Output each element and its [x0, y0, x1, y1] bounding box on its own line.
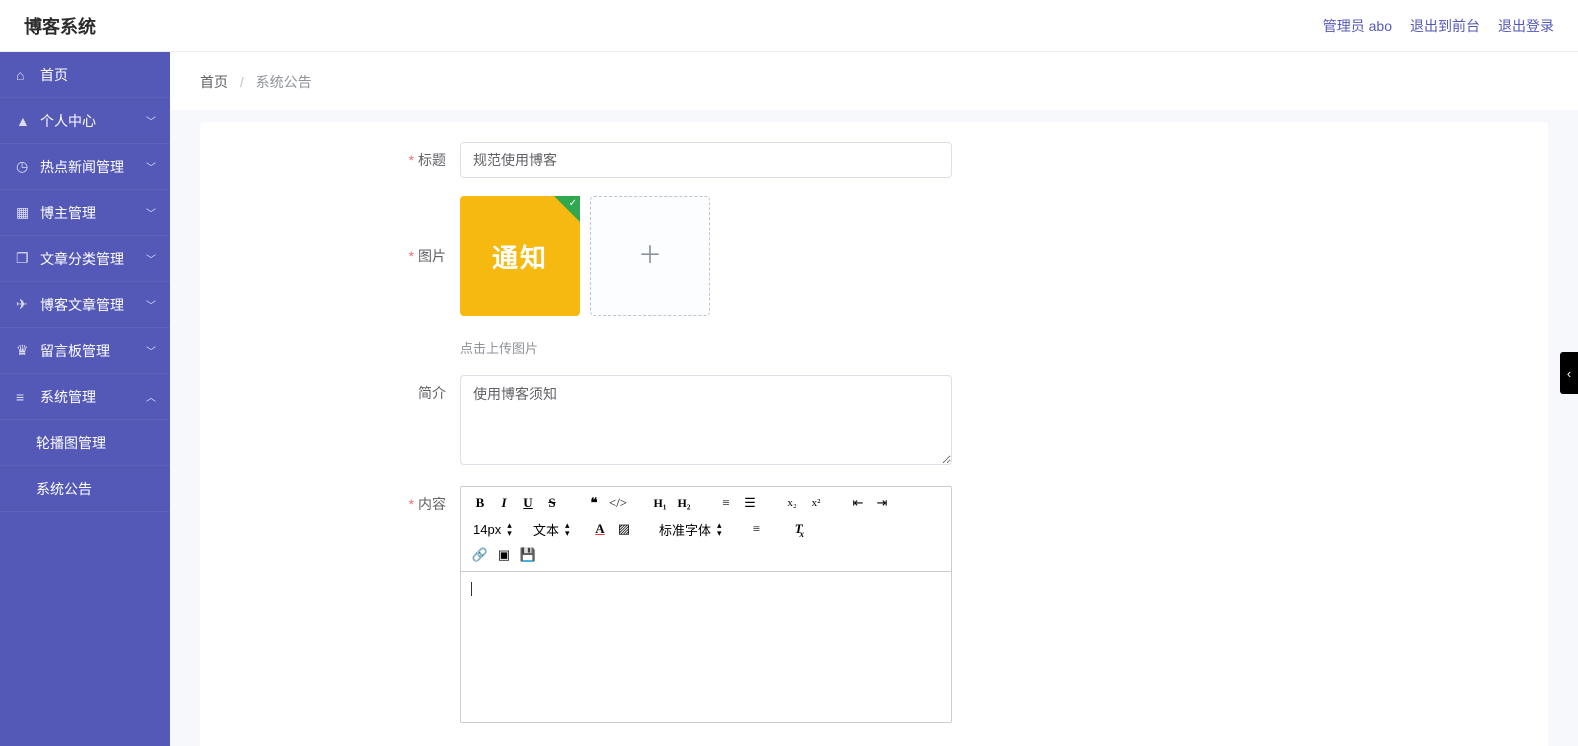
ol-button[interactable]: ≡ — [715, 493, 737, 513]
label-content: *内容 — [200, 486, 460, 514]
app-logo: 博客系统 — [24, 13, 96, 39]
italic-button[interactable]: I — [493, 493, 515, 513]
sidebar-subitem-announcement[interactable]: 系统公告 — [0, 466, 170, 512]
sidebar-subitem-carousel[interactable]: 轮播图管理 — [0, 420, 170, 466]
row-upload-tip: 点击上传图片 — [200, 334, 1548, 357]
font-color-button[interactable]: A — [589, 519, 611, 539]
uploaded-image-thumb[interactable]: 通知 ✓ — [460, 196, 580, 316]
medal-icon: ♛ — [16, 342, 30, 359]
rich-text-editor: B I U S ❝ </> H₁ H₂ ≡ ☰ — [460, 486, 952, 723]
required-marker: * — [409, 152, 414, 168]
bold-button[interactable]: B — [469, 493, 491, 513]
highlight-button[interactable]: ▨ — [613, 519, 635, 539]
header: 博客系统 管理员 abo 退出到前台 退出登录 — [0, 0, 1578, 52]
quote-button[interactable]: ❝ — [583, 493, 605, 513]
sidebar-item-home[interactable]: ⌂ 首页 — [0, 52, 170, 98]
logout-link[interactable]: 退出登录 — [1498, 16, 1554, 36]
link-button[interactable]: 🔗 — [469, 545, 491, 565]
font-family-select[interactable]: 标准字体 ▴▾ — [655, 520, 726, 539]
sidebar-item-label: 留言板管理 — [40, 341, 110, 361]
superscript-button[interactable]: x² — [805, 493, 827, 513]
check-icon: ✓ — [569, 198, 577, 209]
image-button[interactable]: ▣ — [493, 545, 515, 565]
strike-button[interactable]: S — [541, 493, 563, 513]
row-image: *图片 通知 ✓ ＋ — [200, 196, 1548, 316]
breadcrumb-sep: / — [240, 74, 244, 90]
outdent-button[interactable]: ⇥ — [871, 493, 893, 513]
chevron-down-icon: ﹀ — [146, 343, 156, 358]
subscript-button[interactable]: x₂ — [781, 493, 803, 513]
save-button[interactable]: 💾 — [517, 545, 539, 565]
sidebar-item-blogger[interactable]: ▦ 博主管理 ﹀ — [0, 190, 170, 236]
align-button[interactable]: ≡ — [746, 519, 768, 539]
underline-button[interactable]: U — [517, 493, 539, 513]
sidebar-item-label: 热点新闻管理 — [40, 157, 124, 177]
sidebar-item-label: 博客文章管理 — [40, 295, 124, 315]
upload-list: 通知 ✓ ＋ — [460, 196, 952, 316]
admin-link[interactable]: 管理员 abo — [1323, 16, 1392, 36]
main-area: 首页 / 系统公告 *标题 *图片 通知 ✓ — [170, 52, 1578, 746]
code-button[interactable]: </> — [607, 493, 629, 513]
sidebar-item-message-board[interactable]: ♛ 留言板管理 ﹀ — [0, 328, 170, 374]
label-intro: 简介 — [200, 375, 460, 403]
plus-icon: ＋ — [638, 244, 662, 268]
indent-button[interactable]: ⇤ — [847, 493, 869, 513]
copy-icon: ❐ — [16, 250, 30, 267]
form-card: *标题 *图片 通知 ✓ ＋ — [200, 122, 1548, 746]
home-icon: ⌂ — [16, 67, 30, 83]
chevron-up-icon: ︿ — [146, 389, 156, 404]
sidebar-item-category[interactable]: ❐ 文章分类管理 ﹀ — [0, 236, 170, 282]
chevron-down-icon: ﹀ — [146, 251, 156, 266]
header-actions: 管理员 abo 退出到前台 退出登录 — [1323, 16, 1554, 36]
chevron-down-icon: ﹀ — [146, 113, 156, 128]
upload-add-button[interactable]: ＋ — [590, 196, 710, 316]
label-title: *标题 — [200, 142, 460, 170]
row-title: *标题 — [200, 142, 1548, 178]
sidebar-item-label: 轮播图管理 — [36, 433, 106, 453]
user-icon: ▲ — [16, 113, 30, 129]
upload-tip: 点击上传图片 — [460, 338, 952, 357]
thumb-text: 通知 — [492, 238, 548, 275]
intro-textarea[interactable]: 使用博客须知 — [460, 375, 952, 465]
sidebar-item-label: 个人中心 — [40, 111, 96, 131]
plane-icon: ✈ — [16, 296, 30, 313]
required-marker: * — [409, 248, 414, 264]
sidebar-item-label: 首页 — [40, 65, 68, 85]
chevron-down-icon: ﹀ — [146, 297, 156, 312]
row-intro: 简介 使用博客须知 — [200, 375, 1548, 468]
sidebar-item-label: 系统公告 — [36, 479, 92, 499]
row-content: *内容 B I U S ❝ </> H₁ — [200, 486, 1548, 723]
sidebar-item-label: 系统管理 — [40, 387, 96, 407]
title-input[interactable] — [460, 142, 952, 178]
label-image: *图片 — [200, 246, 460, 266]
breadcrumb-current: 系统公告 — [256, 74, 312, 90]
font-size-select[interactable]: 14px ▴▾ — [469, 521, 527, 537]
menu-icon: ≡ — [16, 389, 30, 405]
clock-icon: ◷ — [16, 158, 30, 175]
sidebar-item-article[interactable]: ✈ 博客文章管理 ﹀ — [0, 282, 170, 328]
ul-button[interactable]: ☰ — [739, 493, 761, 513]
sidebar-item-label: 博主管理 — [40, 203, 96, 223]
sidebar-item-profile[interactable]: ▲ 个人中心 ﹀ — [0, 98, 170, 144]
sidebar: ⌂ 首页 ▲ 个人中心 ﹀ ◷ 热点新闻管理 ﹀ ▦ 博主管理 ﹀ ❐ 文章分类… — [0, 52, 170, 746]
sidebar-item-news[interactable]: ◷ 热点新闻管理 ﹀ — [0, 144, 170, 190]
sidebar-item-system[interactable]: ≡ 系统管理 ︿ — [0, 374, 170, 420]
chevron-down-icon: ﹀ — [146, 205, 156, 220]
block-type-select[interactable]: 文本 ▴▾ — [529, 520, 587, 539]
h1-button[interactable]: H₁ — [649, 493, 671, 513]
settings-drawer-handle[interactable]: ‹ — [1560, 352, 1578, 394]
breadcrumb: 首页 / 系统公告 — [170, 52, 1578, 110]
sidebar-item-label: 文章分类管理 — [40, 249, 124, 269]
chevron-down-icon: ﹀ — [146, 159, 156, 174]
h2-button[interactable]: H₂ — [673, 493, 695, 513]
clear-format-button[interactable]: Tx — [788, 519, 810, 539]
breadcrumb-home[interactable]: 首页 — [200, 74, 228, 90]
required-marker: * — [409, 496, 414, 512]
chevron-left-icon: ‹ — [1567, 366, 1571, 381]
text-cursor — [471, 582, 472, 596]
exit-front-link[interactable]: 退出到前台 — [1410, 16, 1480, 36]
doc-icon: ▦ — [16, 204, 30, 221]
editor-body[interactable] — [461, 572, 951, 722]
editor-toolbar: B I U S ❝ </> H₁ H₂ ≡ ☰ — [461, 487, 951, 572]
